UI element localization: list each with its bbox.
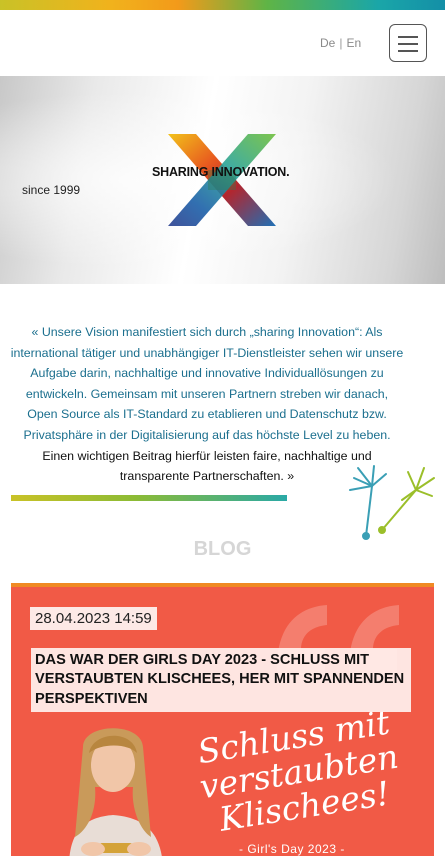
x-logo-icon [168,134,276,226]
blog-post-card[interactable]: 28.04.2023 14:59 Das war der Girls Day 2… [11,583,434,856]
site-header: De | En [0,10,445,76]
hamburger-menu-button[interactable] [389,24,427,62]
lang-de-link[interactable]: De [320,36,335,50]
post-title[interactable]: Das war der Girls Day 2023 - Schluss mit… [31,648,411,713]
vision-text-blue: « Unsere Vision manifestiert sich durch … [10,325,404,442]
section-divider [11,495,287,501]
dandelion-icon [349,465,435,540]
vision-text-dark: Einen wichtigen Beitrag hierfür leisten … [42,448,372,484]
post-date: 28.04.2023 14:59 [30,607,157,630]
blog-heading: BLOG [193,538,252,560]
lang-separator: | [339,36,343,50]
language-switcher: De | En [320,36,361,50]
post-image-event: - Girl's Day 2023 - [239,842,345,856]
lang-en-link[interactable]: En [346,36,361,50]
since-label: since 1999 [22,183,81,197]
post-image-headline: Schluss mit verstaubten Klischees! [194,702,401,839]
hero-banner: since 1999 SHARING INNOVATION. [0,76,445,284]
hero-tagline: SHARING INNOVATION. [152,165,290,179]
top-gradient-stripe [0,0,445,10]
